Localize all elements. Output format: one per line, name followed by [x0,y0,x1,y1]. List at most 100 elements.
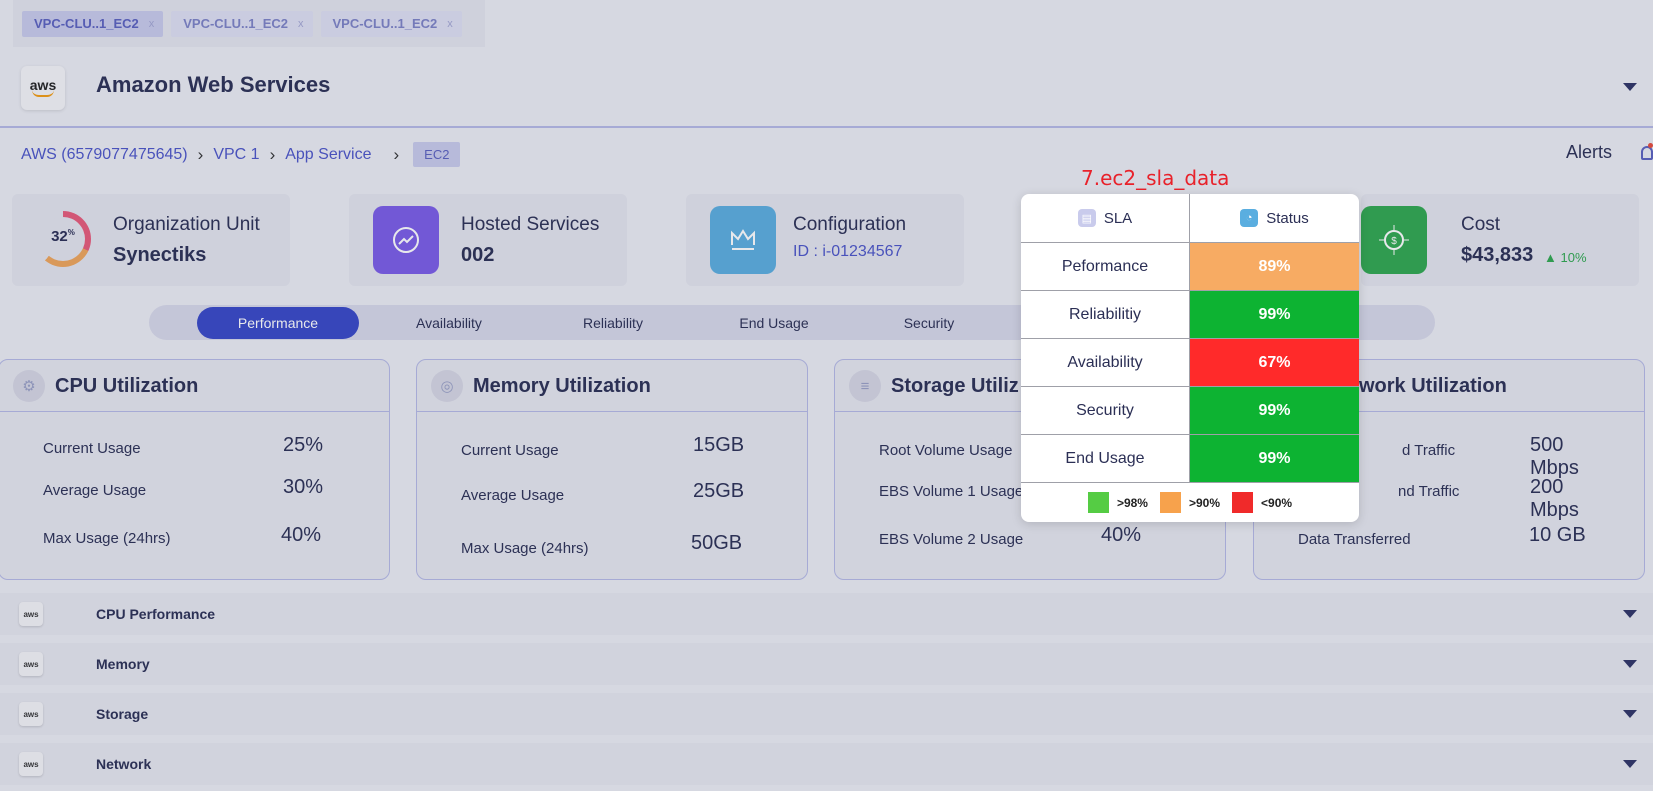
sla-header: ▤ SLA [1021,194,1189,242]
crown-icon [710,206,776,274]
overlay-caption: 7.ec2_sla_data [1081,166,1230,190]
svg-text:$: $ [1391,236,1397,247]
sla-header-label: SLA [1103,209,1133,227]
arrow-up-icon: ▲ [1544,250,1557,265]
chevron-down-icon[interactable] [1623,83,1637,91]
tab-vpc-ec2-1[interactable]: VPC-CLU..1_EC2 x [22,10,164,37]
row-value: 40% [281,524,322,546]
legend-label: >98% [1116,495,1148,510]
sla-table-popup: ▤ SLA ◔ Status Peformance 89% Reliabilit… [1021,194,1359,522]
aws-logo: aws [21,66,65,110]
tab-vpc-ec2-2[interactable]: VPC-CLU..1_EC2 x [171,10,313,37]
accordion-cpu-performance[interactable]: aws CPU Performance [0,593,1653,635]
breadcrumb-app-service[interactable]: App Service [285,146,371,164]
bell-icon[interactable] [1641,146,1653,160]
cost-card: $ Cost $43,833 ▲ 10% [1361,194,1639,286]
configuration-card: Configuration ID : i-01234567 [686,194,964,286]
row-label: Current Usage [43,440,141,457]
dollar-icon: $ [1361,206,1427,274]
accordion-memory[interactable]: aws Memory [0,643,1653,685]
document-icon: ▤ [1077,209,1096,227]
org-unit-card: 32% Organization Unit Synectiks [12,194,290,286]
tab-performance[interactable]: Performance [197,307,359,339]
tab-end-usage[interactable]: End Usage [694,305,854,340]
chevron-down-icon[interactable] [1623,710,1637,718]
configuration-label: Configuration [793,214,907,235]
breadcrumb-vpc[interactable]: VPC 1 [213,146,259,164]
alerts-label[interactable]: Alerts [1566,142,1612,163]
close-icon[interactable]: x [447,18,453,30]
card-title: Storage Utiliz [891,375,1019,397]
sla-row-name: End Usage [1021,434,1189,482]
row-label: nd Traffic [1398,483,1460,500]
tab-vpc-ec2-3[interactable]: VPC-CLU..1_EC2 x [320,10,462,37]
sla-row-value: 99% [1190,434,1359,482]
aws-logo: aws [19,602,43,626]
org-percent-donut: 32% [35,211,91,267]
close-icon[interactable]: x [298,18,304,30]
database-icon: ≡ [849,370,881,402]
chip-icon: ◎ [431,370,463,402]
aws-smile-icon [32,90,54,97]
row-value: 30% [283,476,324,498]
breadcrumb-current: EC2 [413,142,461,167]
row-label: Average Usage [43,482,147,499]
row-value: 500 Mbps [1530,434,1579,479]
row-label: Current Usage [461,442,559,459]
row-label: Max Usage (24hrs) [43,530,171,547]
aws-logo: aws [19,652,43,676]
chevron-down-icon[interactable] [1623,760,1637,768]
tab-availability[interactable]: Availability [369,305,529,340]
sla-legend: >98% >90% <90% [1021,482,1359,522]
card-header: ◎ Memory Utilization [417,360,807,412]
accordion-storage[interactable]: aws Storage [0,693,1653,735]
sla-row-value: 89% [1190,242,1359,290]
sla-row-value: 67% [1190,338,1359,386]
sla-row-name: Reliabilitiy [1021,290,1189,338]
row-label: Root Volume Usage [879,442,1013,459]
chevron-right-icon: › [393,144,400,164]
legend-swatch [1232,492,1254,513]
memory-utilization-card: ◎ Memory Utilization Current Usage 15GB A… [416,359,808,580]
cost-change-value: 10% [1560,250,1587,265]
legend-item: <90% [1232,492,1292,513]
status-header: ◔ Status [1190,194,1359,242]
tab-label: VPC-CLU..1_EC2 [332,16,438,31]
tab-reliability[interactable]: Reliability [533,305,693,340]
accordion-network[interactable]: aws Network [0,743,1653,785]
tab-security[interactable]: Security [849,305,1009,340]
card-header: ⚙ CPU Utilization [0,360,389,412]
status-header-label: Status [1266,209,1309,227]
row-label: Average Usage [461,487,565,504]
sla-row-value: 99% [1190,290,1359,338]
chevron-down-icon[interactable] [1623,610,1637,618]
chevron-right-icon: › [197,144,204,164]
legend-item: >98% [1087,492,1148,513]
hosted-services-value: 002 [461,244,495,266]
legend-label: >90% [1188,495,1221,510]
notification-dot [1648,143,1653,148]
legend-label: <90% [1261,495,1293,510]
sla-row-name: Security [1021,386,1189,434]
legend-swatch [1159,492,1181,513]
legend-swatch [1087,492,1109,513]
tab-label: VPC-CLU..1_EC2 [183,16,288,31]
row-value: 10 GB [1529,524,1586,546]
cost-change: ▲ 10% [1544,250,1587,265]
close-icon[interactable]: x [149,18,155,30]
cpu-icon: ⚙ [13,370,45,402]
legend-item: >90% [1159,492,1221,513]
cost-label: Cost [1461,214,1501,235]
breadcrumb: AWS (6579077475645) › VPC 1 › App Servic… [21,142,461,167]
configuration-id: ID : i-01234567 [793,243,903,260]
sla-row-name: Peformance [1021,242,1189,290]
accordion-label: Storage [96,706,149,722]
donut-value: 32% [51,228,75,245]
breadcrumb-aws[interactable]: AWS (6579077475645) [21,146,188,164]
row-label: EBS Volume 2 Usage [879,531,1024,548]
org-unit-value: Synectiks [113,244,207,266]
card-title: CPU Utilization [55,375,199,397]
sla-row-value: 99% [1190,386,1359,434]
chevron-down-icon[interactable] [1623,660,1637,668]
tab-label: VPC-CLU..1_EC2 [34,16,139,31]
